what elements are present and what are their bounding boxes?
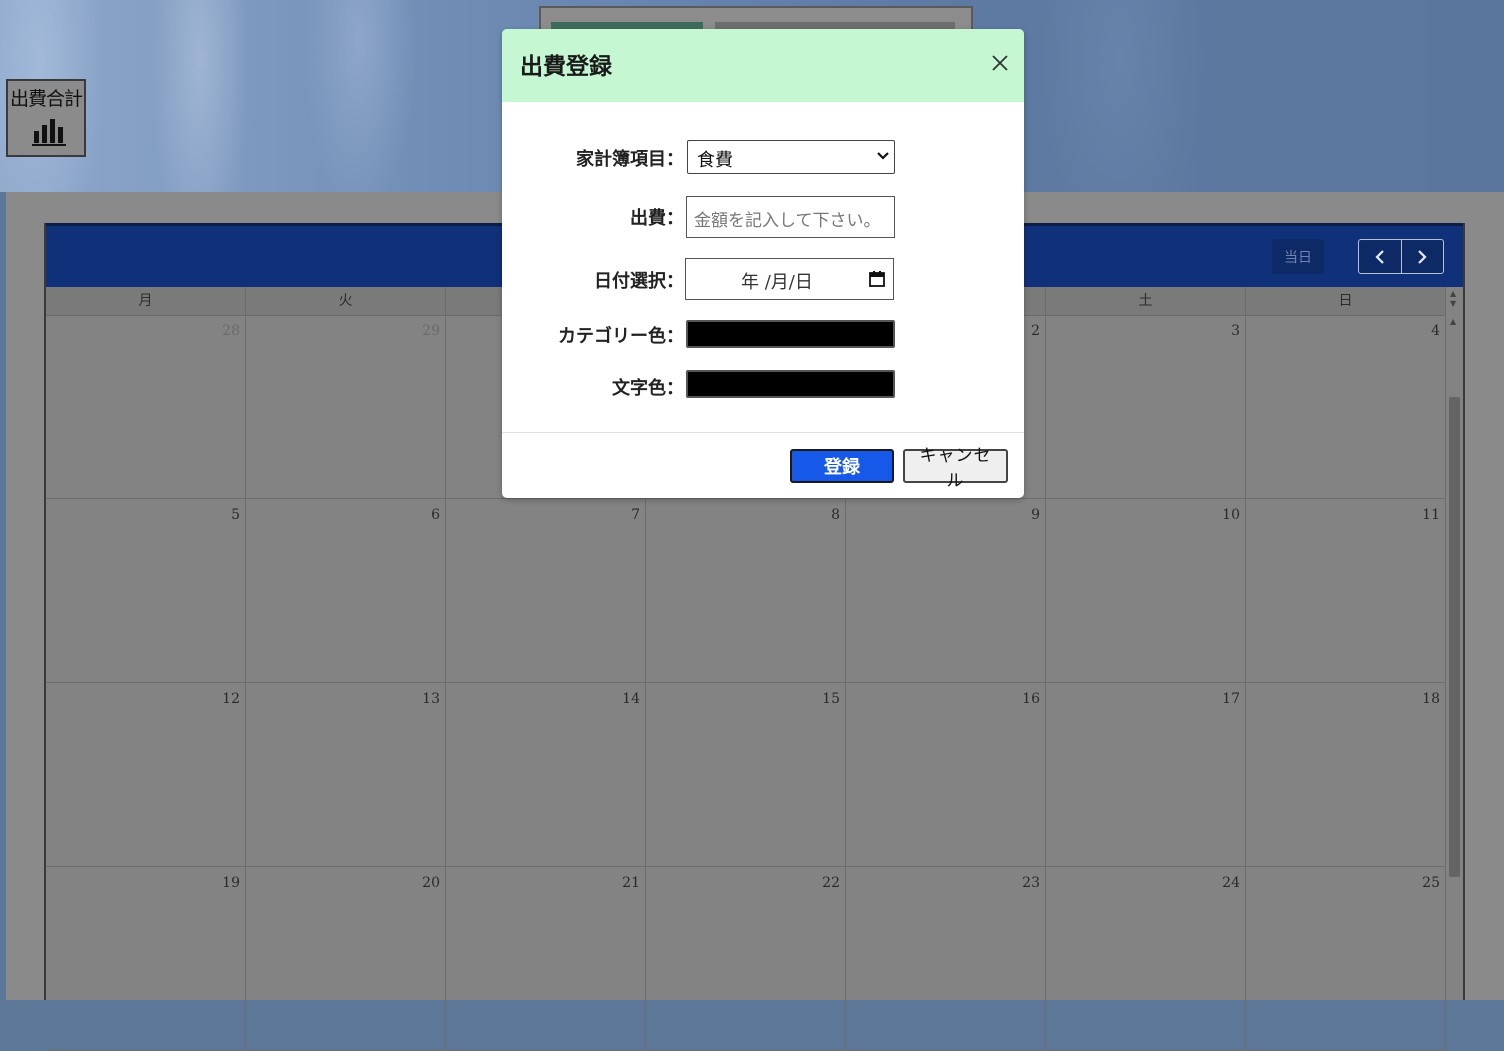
dialog-header: 出費登録 — [502, 29, 1024, 102]
calendar-day-cell[interactable]: 21 — [446, 867, 646, 1050]
day-number: 24 — [1222, 875, 1240, 891]
text-color-picker[interactable] — [686, 370, 895, 398]
month-nav — [1358, 239, 1444, 274]
scroll-down-arrow[interactable]: ▼ — [1450, 299, 1456, 308]
day-number: 18 — [1422, 691, 1440, 707]
day-number: 20 — [422, 875, 440, 891]
calendar-icon[interactable] — [868, 270, 886, 288]
expense-register-dialog: 出費登録 家計簿項目： 食費 出費： 金額を記入して下さい。 日付選択： 年 /… — [502, 29, 1024, 498]
calendar-day-cell[interactable]: 10 — [1046, 499, 1246, 682]
text-color-label: 文字色： — [612, 378, 684, 399]
amount-input[interactable]: 金額を記入して下さい。 — [686, 196, 895, 238]
amount-placeholder: 金額を記入して下さい。 — [694, 211, 881, 231]
day-number: 14 — [622, 691, 640, 707]
calendar-day-cell[interactable]: 28 — [46, 315, 246, 498]
date-label: 日付選択： — [594, 271, 684, 292]
category-color-label: カテゴリー色： — [558, 326, 684, 347]
expense-total-button[interactable]: 出費合計 — [6, 79, 86, 157]
calendar-day-cell[interactable]: 15 — [646, 683, 846, 866]
day-number: 5 — [231, 507, 240, 523]
calendar-day-cell[interactable]: 19 — [46, 867, 246, 1050]
dialog-title: 出費登録 — [520, 53, 612, 80]
day-number: 19 — [222, 875, 240, 891]
prev-month-button[interactable] — [1359, 240, 1401, 273]
calendar-day-cell[interactable]: 3 — [1046, 315, 1246, 498]
scroll-up-arrow[interactable]: ▲ — [1450, 317, 1456, 326]
calendar-day-cell[interactable]: 22 — [646, 867, 846, 1050]
day-number: 11 — [1422, 507, 1440, 523]
next-month-button[interactable] — [1400, 240, 1444, 273]
calendar-week-row: 19 20 21 22 23 24 25 — [46, 867, 1446, 1051]
chevron-left-icon — [1375, 249, 1384, 264]
day-number: 15 — [822, 691, 840, 707]
today-button[interactable]: 当日 — [1272, 239, 1324, 274]
calendar-day-cell[interactable]: 7 — [446, 499, 646, 682]
day-number: 8 — [831, 507, 840, 523]
day-number: 12 — [222, 691, 240, 707]
calendar-day-cell[interactable]: 17 — [1046, 683, 1246, 866]
register-button[interactable]: 登録 — [790, 449, 894, 483]
day-number: 3 — [1231, 323, 1240, 339]
day-number: 13 — [422, 691, 440, 707]
calendar-day-cell[interactable]: 9 — [846, 499, 1046, 682]
cancel-button[interactable]: キャンセル — [903, 446, 1008, 491]
weekday-label: 火 — [246, 287, 446, 315]
calendar-day-cell[interactable]: 20 — [246, 867, 446, 1050]
calendar-day-cell[interactable]: 5 — [46, 499, 246, 682]
bar-chart-icon — [32, 119, 66, 146]
day-number: 7 — [631, 507, 640, 523]
day-number: 21 — [622, 875, 640, 891]
weekday-label: 土 — [1046, 287, 1246, 315]
calendar-week-row: 12 13 14 15 16 17 18 — [46, 683, 1446, 867]
weekday-label: 日 — [1246, 287, 1446, 315]
calendar-day-cell[interactable]: 11 — [1246, 499, 1446, 682]
calendar-day-cell[interactable]: 16 — [846, 683, 1046, 866]
calendar-day-cell[interactable]: 29 — [246, 315, 446, 498]
day-number: 10 — [1222, 507, 1240, 523]
chevron-right-icon — [1418, 249, 1427, 264]
calendar-day-cell[interactable]: 25 — [1246, 867, 1446, 1050]
day-number: 22 — [822, 875, 840, 891]
dialog-footer-divider — [502, 432, 1024, 433]
day-number: 29 — [422, 323, 440, 339]
day-number: 9 — [1031, 507, 1040, 523]
calendar-day-cell[interactable]: 13 — [246, 683, 446, 866]
category-select-value: 食費 — [697, 150, 733, 171]
category-select[interactable]: 食費 — [687, 140, 895, 174]
day-number: 25 — [1422, 875, 1440, 891]
category-color-picker[interactable] — [686, 320, 895, 348]
day-number: 23 — [1022, 875, 1040, 891]
day-number: 6 — [431, 507, 440, 523]
scroll-up-arrow[interactable]: ▲ — [1450, 289, 1456, 298]
day-number: 4 — [1431, 323, 1440, 339]
calendar-day-cell[interactable]: 8 — [646, 499, 846, 682]
calendar-day-cell[interactable]: 18 — [1246, 683, 1446, 866]
calendar-day-cell[interactable]: 4 — [1246, 315, 1446, 498]
calendar-scrollbar[interactable]: ▲ ▼ ▲ — [1446, 287, 1463, 1000]
calendar-day-cell[interactable]: 14 — [446, 683, 646, 866]
date-placeholder: 年 /月/日 — [741, 272, 813, 293]
expense-total-label: 出費合計 — [9, 88, 83, 110]
calendar-day-cell[interactable]: 6 — [246, 499, 446, 682]
amount-label: 出費： — [630, 208, 684, 229]
calendar-week-row: 5 6 7 8 9 10 11 — [46, 499, 1446, 683]
day-number: 17 — [1222, 691, 1240, 707]
day-number: 16 — [1022, 691, 1040, 707]
calendar-day-cell[interactable]: 24 — [1046, 867, 1246, 1050]
date-input[interactable]: 年 /月/日 — [685, 258, 894, 300]
calendar-day-cell[interactable]: 12 — [46, 683, 246, 866]
chevron-down-icon — [877, 152, 889, 160]
scroll-thumb[interactable] — [1449, 397, 1460, 877]
day-number: 28 — [222, 323, 240, 339]
category-label: 家計簿項目： — [576, 149, 684, 170]
calendar-day-cell[interactable]: 23 — [846, 867, 1046, 1050]
weekday-label: 月 — [46, 287, 246, 315]
close-icon[interactable] — [990, 53, 1010, 73]
day-number: 2 — [1031, 323, 1040, 339]
